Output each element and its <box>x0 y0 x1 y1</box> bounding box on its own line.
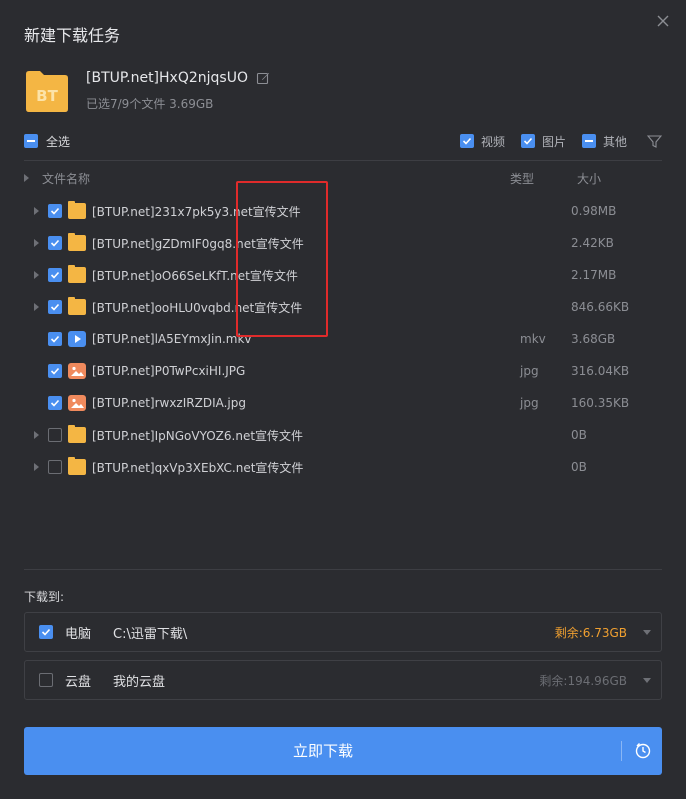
file-type: mkv <box>520 332 546 346</box>
file-row[interactable]: [BTUP.net]IpNGoVYOZ6.net宣传文件 0B <box>24 419 662 451</box>
task-summary: 已选7/9个文件 3.69GB <box>86 97 214 111</box>
destination-cloud-name: 云盘 <box>65 674 92 690</box>
file-checkbox[interactable] <box>48 396 62 410</box>
expand-arrow-icon[interactable] <box>34 207 39 215</box>
expand-arrow-icon[interactable] <box>34 431 39 439</box>
video-file-icon <box>68 331 86 347</box>
file-size: 0B <box>571 428 587 442</box>
download-now-button[interactable]: 立即下载 <box>24 727 662 775</box>
file-name: [BTUP.net]lA5EYmxJin.mkv <box>92 332 252 346</box>
file-size: 0.98MB <box>571 204 617 218</box>
download-to-label: 下载到: <box>24 590 65 604</box>
file-row[interactable]: [BTUP.net]P0TwPcxiHI.JPG jpg 316.04KB <box>24 355 662 387</box>
file-row[interactable]: [BTUP.net]gZDmIF0gq8.net宣传文件 2.42KB <box>24 227 662 259</box>
column-type[interactable]: 类型 <box>510 170 534 187</box>
file-type: jpg <box>520 396 539 410</box>
destination-pc-free: 剩余:6.73GB <box>554 625 627 640</box>
select-all-toggle[interactable]: 全选 <box>24 133 70 150</box>
dialog-title: 新建下载任务 <box>24 26 121 45</box>
chevron-down-icon[interactable] <box>643 629 651 635</box>
divider <box>24 569 662 570</box>
expand-arrow-icon[interactable] <box>34 463 39 471</box>
file-size: 2.17MB <box>571 268 617 282</box>
file-checkbox[interactable] <box>48 236 62 250</box>
file-name: [BTUP.net]qxVp3XEbXC.net宣传文件 <box>92 460 304 475</box>
file-row[interactable]: [BTUP.net]oO66SeLKfT.net宣传文件 2.17MB <box>24 259 662 291</box>
filter-video-checkbox[interactable] <box>459 134 474 148</box>
folder-icon <box>68 425 86 443</box>
file-checkbox[interactable] <box>48 268 62 282</box>
file-size: 160.35KB <box>571 396 630 410</box>
file-name: [BTUP.net]rwxzIRZDIA.jpg <box>92 396 246 410</box>
file-checkbox[interactable] <box>48 300 62 314</box>
bt-folder-icon: BT <box>24 68 70 114</box>
destination-pc-path[interactable]: C:\迅雷下载\ <box>113 623 187 642</box>
file-name: [BTUP.net]IpNGoVYOZ6.net宣传文件 <box>92 428 304 443</box>
filter-image[interactable]: 图片 <box>520 133 566 150</box>
task-header: BT [BTUP.net]HxQ2njqsUO 已选7/9个文件 3.69GB <box>24 68 270 114</box>
file-row[interactable]: [BTUP.net]rwxzIRZDIA.jpg jpg 160.35KB <box>24 387 662 419</box>
file-list: [BTUP.net]231x7pk5y3.net宣传文件 0.98MB [BTUP.… <box>24 195 662 483</box>
file-checkbox[interactable] <box>48 332 62 346</box>
collapse-all-arrow-icon[interactable] <box>24 174 29 182</box>
filter-other[interactable]: 其他 <box>581 133 627 150</box>
button-divider <box>621 741 622 761</box>
download-now-label: 立即下载 <box>292 742 353 760</box>
folder-icon <box>68 297 86 315</box>
expand-arrow-icon[interactable] <box>34 303 39 311</box>
edit-icon[interactable] <box>256 71 270 85</box>
image-file-icon <box>68 395 86 411</box>
select-all-checkbox[interactable] <box>24 134 38 148</box>
folder-icon <box>68 233 86 251</box>
destination-cloud[interactable]: 云盘 我的云盘 剩余:194.96GB <box>24 660 662 700</box>
column-name[interactable]: 文件名称 <box>42 170 90 187</box>
file-checkbox[interactable] <box>48 460 62 474</box>
image-file-icon <box>68 363 86 379</box>
file-row[interactable]: [BTUP.net]ooHLU0vqbd.net宣传文件 846.66KB <box>24 291 662 323</box>
file-size: 2.42KB <box>571 236 614 250</box>
destination-cloud-free: 剩余:194.96GB <box>539 673 627 688</box>
divider <box>24 160 662 161</box>
destination-pc[interactable]: 电脑 C:\迅雷下载\ 剩余:6.73GB <box>24 612 662 652</box>
file-size: 846.66KB <box>571 300 630 314</box>
filter-video-label: 视频 <box>480 134 505 149</box>
timer-icon[interactable] <box>634 742 652 760</box>
expand-arrow-icon[interactable] <box>34 239 39 247</box>
filter-video[interactable]: 视频 <box>459 133 505 150</box>
column-size[interactable]: 大小 <box>577 170 601 187</box>
file-row[interactable]: [BTUP.net]qxVp3XEbXC.net宣传文件 0B <box>24 451 662 483</box>
destination-cloud-path[interactable]: 我的云盘 <box>113 671 165 690</box>
filter-image-label: 图片 <box>541 134 566 149</box>
file-size: 0B <box>571 460 587 474</box>
chevron-down-icon[interactable] <box>643 677 651 683</box>
file-row[interactable]: [BTUP.net]231x7pk5y3.net宣传文件 0.98MB <box>24 195 662 227</box>
destination-pc-name: 电脑 <box>65 626 92 642</box>
file-checkbox[interactable] <box>48 364 62 378</box>
file-size: 316.04KB <box>571 364 630 378</box>
file-checkbox[interactable] <box>48 428 62 442</box>
folder-icon <box>68 265 86 283</box>
column-header: 文件名称 类型 大小 <box>24 170 662 188</box>
destination-cloud-checkbox[interactable] <box>39 673 53 687</box>
bt-icon-text: BT <box>36 87 58 105</box>
filter-other-checkbox[interactable] <box>581 134 596 148</box>
folder-icon <box>68 201 86 219</box>
destination-pc-checkbox[interactable] <box>39 625 53 639</box>
task-name: [BTUP.net]HxQ2njqsUO <box>86 70 248 86</box>
folder-icon <box>68 457 86 475</box>
file-size: 3.68GB <box>571 332 616 346</box>
close-icon[interactable] <box>654 12 672 30</box>
filter-funnel-icon[interactable] <box>647 134 662 149</box>
select-all-label: 全选 <box>46 134 71 149</box>
expand-arrow-icon[interactable] <box>34 271 39 279</box>
file-row[interactable]: [BTUP.net]lA5EYmxJin.mkv mkv 3.68GB <box>24 323 662 355</box>
filter-image-checkbox[interactable] <box>520 134 535 148</box>
file-checkbox[interactable] <box>48 204 62 218</box>
annotation-box <box>236 181 328 337</box>
file-name: [BTUP.net]P0TwPcxiHI.JPG <box>92 364 246 378</box>
file-type: jpg <box>520 364 539 378</box>
selection-bar: 全选 视频 图片 其他 <box>24 132 662 150</box>
filter-other-label: 其他 <box>602 134 627 149</box>
